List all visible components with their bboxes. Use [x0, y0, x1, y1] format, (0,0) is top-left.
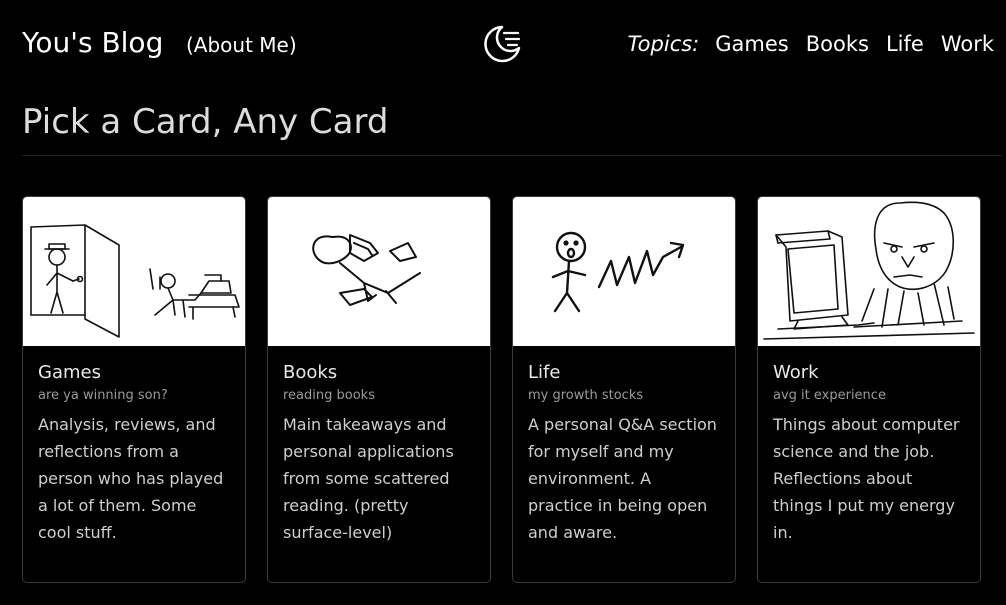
stickman-rising-arrow-drawing — [513, 197, 735, 346]
card-subtitle: are ya winning son? — [38, 388, 168, 403]
nav-link-games[interactable]: Games — [715, 32, 788, 56]
card-work[interactable]: Work avg it experience Things about comp… — [757, 196, 981, 583]
moon-icon[interactable] — [482, 24, 522, 64]
man-at-computer-meme-drawing — [758, 197, 980, 346]
card-title: Life — [528, 362, 561, 383]
stickman-door-gamer-drawing — [23, 197, 245, 346]
about-me-link[interactable]: (About Me) — [186, 33, 297, 57]
card-text: Main takeaways and personal applications… — [283, 415, 454, 542]
person-reading-books-drawing — [268, 197, 490, 346]
card-text: A personal Q&A section for myself and my… — [528, 415, 717, 542]
title-divider — [22, 155, 1002, 156]
card-grid: Games are ya winning son? Analysis, revi… — [22, 196, 981, 583]
card-life[interactable]: Life my growth stocks A personal Q&A sec… — [512, 196, 736, 583]
card-subtitle: avg it experience — [773, 388, 886, 403]
card-books[interactable]: Books reading books Main takeaways and p… — [267, 196, 491, 583]
page-title: Pick a Card, Any Card — [22, 102, 389, 142]
card-text: Things about computer science and the jo… — [773, 415, 960, 542]
topics-nav: Topics: Games Books Life Work — [627, 32, 994, 56]
nav-link-life[interactable]: Life — [886, 32, 924, 56]
nav-link-work[interactable]: Work — [941, 32, 994, 56]
card-title: Work — [773, 362, 819, 383]
card-subtitle: reading books — [283, 388, 375, 403]
blog-title-link[interactable]: You's Blog — [22, 26, 163, 59]
card-title: Games — [38, 362, 101, 383]
nav-link-books[interactable]: Books — [806, 32, 869, 56]
site-header: You's Blog (About Me) Topics: Games Book… — [0, 0, 1006, 92]
card-text: Analysis, reviews, and reflections from … — [38, 415, 224, 542]
card-title: Books — [283, 362, 338, 383]
card-subtitle: my growth stocks — [528, 388, 644, 403]
card-games[interactable]: Games are ya winning son? Analysis, revi… — [22, 196, 246, 583]
topics-label: Topics: — [627, 32, 700, 56]
